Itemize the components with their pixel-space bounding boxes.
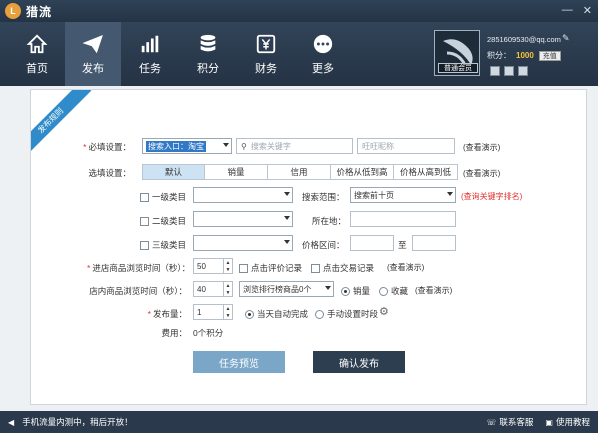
shop-browse-label: * 进店商品浏览时间（秒）： xyxy=(87,263,191,273)
app-name: 猎流 xyxy=(26,4,53,19)
nav-item-points[interactable]: 积分 xyxy=(180,22,236,86)
tab-credit[interactable]: 信用 xyxy=(268,164,331,180)
status-bar: ◀ 手机流量内测中，稍后开放！ ☏ 联系客服 ▣ 使用教程 xyxy=(0,411,598,433)
category1-select[interactable] xyxy=(193,187,293,203)
search-range-select[interactable]: 搜索前十页 xyxy=(350,187,456,203)
yen-icon xyxy=(253,32,279,56)
paper-plane-icon xyxy=(80,32,106,56)
view-demo-link-3[interactable]: (查看演示) xyxy=(387,262,424,273)
click-review-checkbox[interactable]: 点击评价记录 xyxy=(239,262,302,274)
support-icon: ☏ xyxy=(486,418,497,427)
database-icon xyxy=(195,32,221,56)
member-badge: 普通会员 xyxy=(438,63,478,73)
category2-select[interactable] xyxy=(193,211,293,227)
points-value: 1000 xyxy=(516,51,534,60)
view-demo-link-2[interactable]: (查看演示) xyxy=(463,168,500,179)
nav-label-task: 任务 xyxy=(139,63,161,75)
click-trade-checkbox[interactable]: 点击交易记录 xyxy=(311,262,374,274)
nav-item-task[interactable]: 任务 xyxy=(122,22,178,86)
cost-value: 0个积分 xyxy=(193,328,224,338)
keyword-input[interactable]: ⚲ 搜索关键字 xyxy=(236,138,353,154)
price-range-label: 价格区间： xyxy=(302,240,345,250)
avatar[interactable]: 普通会员 xyxy=(434,30,480,76)
nav-item-home[interactable]: 首页 xyxy=(9,22,65,86)
nav-label-finance: 财务 xyxy=(255,63,277,75)
nav-item-more[interactable]: 更多 xyxy=(295,22,351,86)
wangwang-input[interactable]: 旺旺昵称 xyxy=(357,138,455,154)
status-message: 手机流量内测中，稍后开放！ xyxy=(22,417,133,427)
view-demo-link[interactable]: (查看演示) xyxy=(463,142,500,153)
sales-radio[interactable]: 销量 xyxy=(341,285,370,297)
optional-label: 选填设置： xyxy=(88,168,131,178)
bar-chart-icon xyxy=(137,32,163,56)
category3-select[interactable] xyxy=(193,235,293,251)
nav-label-points: 积分 xyxy=(197,63,219,75)
category2-checkbox[interactable]: 二级类目 xyxy=(140,215,186,227)
view-demo-link-4[interactable]: (查看演示) xyxy=(415,285,452,296)
shop-browse-stepper[interactable]: 50 ▲ ▼ xyxy=(193,258,233,274)
favorite-radio[interactable]: 收藏 xyxy=(379,285,408,297)
search-icon: ⚲ xyxy=(241,141,247,151)
profile-icon[interactable] xyxy=(490,66,500,76)
category3-checkbox[interactable]: 三级类目 xyxy=(140,239,186,251)
price-max-input[interactable] xyxy=(412,235,456,251)
book-icon: ▣ xyxy=(545,418,553,427)
tab-price-desc[interactable]: 价格从高到低 xyxy=(394,164,458,180)
points-label: 积分： xyxy=(487,51,511,60)
title-bar: L 猎流 — ✕ xyxy=(0,0,598,22)
rank-select[interactable]: 浏览排行榜商品0个 xyxy=(239,281,334,297)
search-entry-select[interactable]: 搜索入口：淘宝 xyxy=(142,138,232,154)
nav-label-publish: 发布 xyxy=(82,63,104,75)
price-min-input[interactable] xyxy=(350,235,394,251)
main-area: 发布规则 * 必填设置： 搜索入口：淘宝 ⚲ 搜索关键字 旺旺昵称 (查看演示) 选… xyxy=(0,86,598,411)
user-email: 2851609530@qq.com xyxy=(487,35,561,44)
cost-label: 费用： xyxy=(161,328,187,338)
publish-count-label: * 发布量： xyxy=(147,309,187,319)
tab-sales[interactable]: 销量 xyxy=(205,164,268,180)
gear-icon[interactable]: ⚙ xyxy=(379,305,389,318)
price-to-label: 至 xyxy=(398,240,407,250)
edit-icon[interactable]: ✎ xyxy=(562,33,570,44)
publish-form: 发布规则 * 必填设置： 搜索入口：淘宝 ⚲ 搜索关键字 旺旺昵称 (查看演示) 选… xyxy=(30,89,587,405)
app-logo-icon: L xyxy=(5,3,21,19)
contact-support-link[interactable]: ☏ 联系客服 xyxy=(486,416,533,428)
tutorial-link[interactable]: ▣ 使用教程 xyxy=(545,416,590,428)
tab-default[interactable]: 默认 xyxy=(142,164,205,180)
more-icon xyxy=(310,32,336,56)
home-icon xyxy=(24,32,50,56)
publish-count-stepper[interactable]: 1 ▲ ▼ xyxy=(193,304,233,320)
nav-label-home: 首页 xyxy=(26,63,48,75)
mail-icon[interactable] xyxy=(518,66,528,76)
main-nav: 首页 发布 任务 积分 财务 更多 普通会员 2851609530@qq.com… xyxy=(0,22,598,86)
confirm-publish-button[interactable]: 确认发布 xyxy=(313,351,405,373)
category1-checkbox[interactable]: 一级类目 xyxy=(140,191,186,203)
message-icon[interactable] xyxy=(504,66,514,76)
in-shop-browse-label: 店内商品浏览时间（秒）： xyxy=(89,286,187,296)
sort-tabs: 默认 销量 信用 价格从低到高 价格从高到低 xyxy=(142,164,458,180)
nav-label-more: 更多 xyxy=(312,63,334,75)
location-input[interactable] xyxy=(350,211,456,227)
search-range-label: 搜索范围： xyxy=(302,192,345,202)
nav-item-publish[interactable]: 发布 xyxy=(65,22,121,86)
in-shop-browse-stepper[interactable]: 40 ▲ ▼ xyxy=(193,281,233,297)
task-preview-button[interactable]: 任务预览 xyxy=(193,351,285,373)
recharge-button[interactable]: 充值 xyxy=(538,50,561,61)
minimize-button[interactable]: — xyxy=(562,4,573,17)
location-label: 所在地： xyxy=(312,216,347,226)
manual-time-radio[interactable]: 手动设置时段 xyxy=(315,308,378,320)
play-icon: ◀ xyxy=(8,417,15,427)
keyword-rank-link[interactable]: (查询关键字排名) xyxy=(461,191,522,202)
auto-complete-radio[interactable]: 当天自动完成 xyxy=(245,308,308,320)
tab-price-asc[interactable]: 价格从低到高 xyxy=(331,164,394,180)
required-label: * 必填设置： xyxy=(83,142,131,152)
close-button[interactable]: ✕ xyxy=(583,4,592,17)
nav-item-finance[interactable]: 财务 xyxy=(238,22,294,86)
